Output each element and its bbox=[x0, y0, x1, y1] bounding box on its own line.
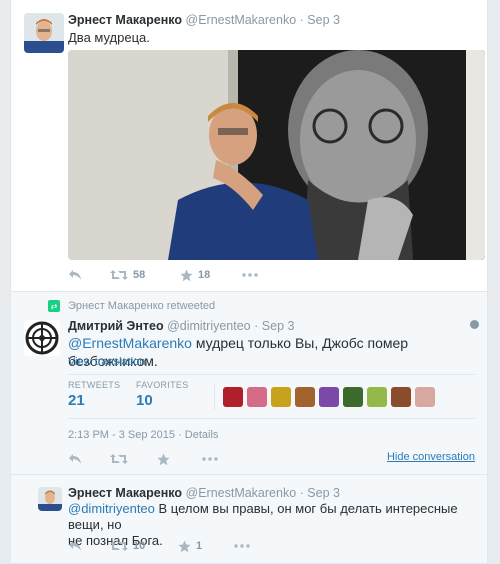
tweet-actions bbox=[68, 451, 218, 467]
mention-link[interactable]: @ErnestMakarenko bbox=[68, 335, 192, 351]
favoriter-avatar[interactable] bbox=[415, 387, 435, 407]
favoriter-avatar[interactable] bbox=[343, 387, 363, 407]
favoriter-avatar[interactable] bbox=[247, 387, 267, 407]
avatar[interactable] bbox=[38, 487, 62, 511]
separator: · bbox=[254, 319, 259, 333]
retweet-badge-icon: ⇄ bbox=[48, 300, 60, 312]
author-name[interactable]: Дмитрий Энтео bbox=[68, 319, 164, 333]
retweet-icon bbox=[110, 541, 128, 551]
tweet-reply[interactable]: Эрнест Макаренко @ErnestMakarenko · Sep … bbox=[11, 475, 487, 564]
star-icon bbox=[157, 453, 170, 465]
favoriter-avatar[interactable] bbox=[223, 387, 243, 407]
reply-icon bbox=[69, 270, 81, 280]
favoriter-avatar[interactable] bbox=[319, 387, 339, 407]
timestamp[interactable]: Sep 3 bbox=[307, 486, 340, 500]
retweets-value: 21 bbox=[68, 392, 85, 409]
favoriter-avatar[interactable] bbox=[271, 387, 291, 407]
separator: · bbox=[299, 486, 304, 500]
author-handle[interactable]: @dimitriyenteo bbox=[167, 319, 251, 333]
timeline: Эрнест Макаренко @ErnestMakarenko · Sep … bbox=[10, 0, 488, 564]
globe-icon bbox=[470, 320, 479, 329]
mention-link[interactable]: @dimitriyenteo bbox=[68, 501, 155, 516]
favoriter-avatar[interactable] bbox=[295, 387, 315, 407]
favoriter-avatars bbox=[214, 384, 439, 410]
reply-icon bbox=[69, 541, 81, 551]
more-icon bbox=[202, 457, 218, 461]
tweet-text: Два мудреца. bbox=[68, 30, 150, 45]
author-handle[interactable]: @ErnestMakarenko bbox=[186, 486, 297, 500]
author-name[interactable]: Эрнест Макаренко bbox=[68, 13, 182, 27]
favorite-count: 18 bbox=[198, 269, 211, 281]
retweet-context: ⇄ Эрнест Макаренко retweeted bbox=[48, 300, 215, 312]
favorites-value: 10 bbox=[136, 392, 153, 409]
favoriter-avatar[interactable] bbox=[367, 387, 387, 407]
favorite-button[interactable]: 1 bbox=[178, 540, 234, 553]
view-translation-link[interactable]: View translation bbox=[68, 356, 145, 368]
more-icon bbox=[234, 544, 250, 548]
retweet-count: 10 bbox=[133, 540, 146, 552]
avatar[interactable] bbox=[24, 13, 64, 53]
favorites-stat[interactable]: FAVORITES 10 bbox=[136, 380, 189, 409]
timestamp[interactable]: Sep 3 bbox=[307, 13, 340, 27]
separator: · bbox=[299, 13, 304, 27]
timestamp[interactable]: Sep 3 bbox=[262, 319, 295, 333]
retweet-count: 58 bbox=[133, 269, 146, 281]
retweet-button[interactable]: 58 bbox=[110, 269, 180, 281]
reply-icon bbox=[69, 454, 81, 464]
favorite-button[interactable] bbox=[157, 453, 202, 466]
tweet-actions: 10 1 bbox=[68, 538, 250, 554]
favorite-count: 1 bbox=[196, 540, 203, 552]
more-icon bbox=[242, 273, 258, 277]
star-icon bbox=[180, 269, 193, 281]
retweets-stat[interactable]: RETWEETS 21 bbox=[68, 380, 120, 409]
retweet-icon bbox=[110, 270, 128, 280]
retweet-button[interactable]: 10 bbox=[110, 540, 178, 552]
retweets-label: RETWEETS bbox=[68, 380, 121, 390]
tweet-main[interactable]: Эрнест Макаренко @ErnestMakarenko · Sep … bbox=[11, 0, 487, 292]
retweet-icon bbox=[110, 454, 128, 464]
hide-conversation-link[interactable]: Hide conversation bbox=[387, 451, 475, 463]
divider bbox=[68, 374, 475, 375]
reply-button[interactable] bbox=[68, 269, 110, 281]
tweet-photo[interactable] bbox=[68, 50, 485, 260]
avatar[interactable] bbox=[24, 320, 60, 356]
tweet-actions: 58 18 bbox=[68, 267, 258, 283]
retweeted-by[interactable]: Эрнест Макаренко retweeted bbox=[68, 300, 215, 312]
favoriter-avatar[interactable] bbox=[391, 387, 411, 407]
star-icon bbox=[178, 540, 191, 552]
favorites-label: FAVORITES bbox=[136, 380, 189, 390]
more-button[interactable] bbox=[242, 273, 258, 277]
tweet-retweeted[interactable]: ⇄ Эрнест Макаренко retweeted Дмитрий Энт… bbox=[11, 292, 487, 475]
author-handle[interactable]: @ErnestMakarenko bbox=[186, 13, 297, 27]
author-name[interactable]: Эрнест Макаренко bbox=[68, 486, 182, 500]
favorite-button[interactable]: 18 bbox=[180, 269, 242, 282]
tweet-timestamp-details[interactable]: 2:13 PM - 3 Sep 2015 · Details bbox=[68, 429, 218, 441]
more-button[interactable] bbox=[234, 544, 250, 548]
divider bbox=[68, 418, 475, 419]
reply-button[interactable] bbox=[68, 453, 110, 465]
reply-button[interactable] bbox=[68, 540, 110, 552]
more-button[interactable] bbox=[202, 457, 218, 461]
retweet-button[interactable] bbox=[110, 453, 157, 465]
